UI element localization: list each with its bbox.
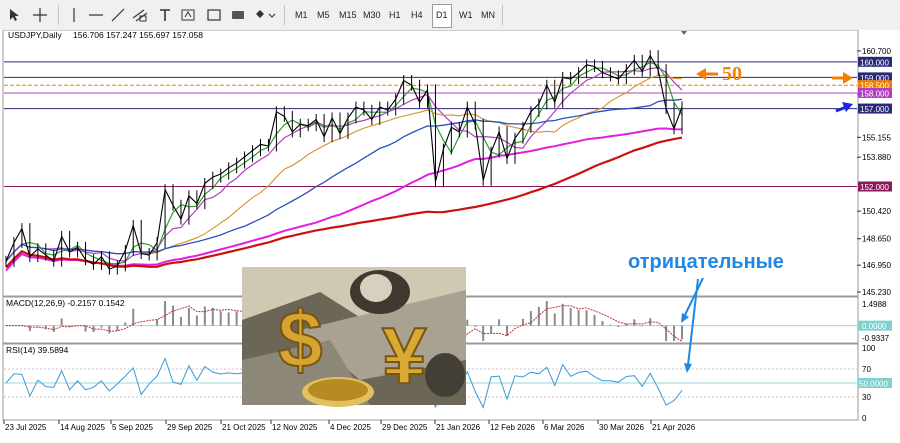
timeframe-m15[interactable]: M15 [336,4,360,26]
crosshair-icon[interactable] [30,4,50,26]
orange-50-label: 50 [722,63,742,85]
vertical-line-icon[interactable] [64,4,84,26]
cursor-icon[interactable] [4,4,24,26]
channel-icon[interactable] [130,4,150,26]
timeframe-w1[interactable]: W1 [456,4,476,26]
negative-label: отрицательные [628,251,784,273]
timeframe-m5[interactable]: M5 [314,4,333,26]
shapes-dropdown-icon[interactable] [252,4,278,26]
macd-tick-2: -0.9337 [862,334,890,343]
trendline-icon[interactable] [108,4,128,26]
xtick-label-7: 29 Dec 2025 [382,423,428,432]
level-tag-text-158.000: 158.000 [860,89,889,98]
xtick-label-11: 30 Mar 2026 [599,423,644,432]
xtick-label-3: 29 Sep 2025 [167,423,213,432]
xtick-label-2: 5 Sep 2025 [112,423,153,432]
xtick-label-10: 6 Mar 2026 [544,423,585,432]
level-tag-text-160.000: 160.000 [860,58,889,67]
ytick-label-0: 160.700 [862,47,891,56]
xtick-label-1: 14 Aug 2025 [60,423,105,432]
timeframe-h1[interactable]: H1 [386,4,404,26]
chart-area[interactable]: 1.4988 0.0000 -0.9337 100 70 50.0000 30 0 160.… [0,29,900,438]
timeframe-mn[interactable]: MN [478,4,498,26]
ohlc-label: 156.706 157.247 155.697 157.058 [73,30,203,40]
currency-photo: $ ¥ [242,267,466,407]
xtick-label-4: 21 Oct 2025 [222,423,266,432]
level-tag-text-157.000: 157.000 [860,105,889,114]
xtick-label-8: 21 Jan 2026 [436,423,481,432]
fill-rectangle-icon[interactable] [228,4,248,26]
xtick-label-12: 21 Apr 2026 [652,423,696,432]
svg-text:$: $ [278,295,323,384]
timeframe-d1[interactable]: D1 [432,4,452,28]
rsi-tick-2: 50.0000 [859,380,888,389]
toolbar: M1 M5 M15 M30 H1 H4 D1 W1 MN [0,0,900,31]
ytick-label-6: 146.950 [862,261,891,270]
label-tool-icon[interactable] [178,4,198,26]
xtick-label-9: 12 Feb 2026 [490,423,535,432]
rsi-tick-3: 30 [862,393,871,402]
timeframe-m30[interactable]: M30 [360,4,384,26]
symbol-label: USDJPY,Daily [8,30,62,40]
rsi-label: RSI(14) 39.5894 [6,345,69,355]
rsi-tick-0: 100 [862,344,876,353]
timeframe-m1[interactable]: M1 [292,4,311,26]
rsi-tick-4: 0 [862,414,867,423]
ytick-label-2: 155.155 [862,133,891,142]
macd-tick-1: 0.0000 [862,322,887,331]
ytick-label-5: 148.650 [862,235,891,244]
ytick-label-3: 153.880 [862,153,891,162]
horizontal-line-icon[interactable] [86,4,106,26]
timeframe-h4[interactable]: H4 [408,4,426,26]
macd-label: MACD(12,26,9) -0.2157 0.1542 [6,298,125,308]
rsi-tick-1: 70 [862,365,871,374]
xtick-label-0: 23 Jul 2025 [5,423,47,432]
xtick-label-5: 12 Nov 2025 [272,423,318,432]
rectangle-tool-icon[interactable] [204,4,224,26]
ytick-label-7: 145.230 [862,288,891,297]
svg-text:¥: ¥ [382,311,427,400]
level-tag-text-152.000: 152.000 [860,183,889,192]
text-tool-icon[interactable] [155,4,175,26]
macd-tick-0: 1.4988 [862,300,887,309]
ytick-label-4: 150.420 [862,207,891,216]
xtick-label-6: 4 Dec 2025 [330,423,371,432]
